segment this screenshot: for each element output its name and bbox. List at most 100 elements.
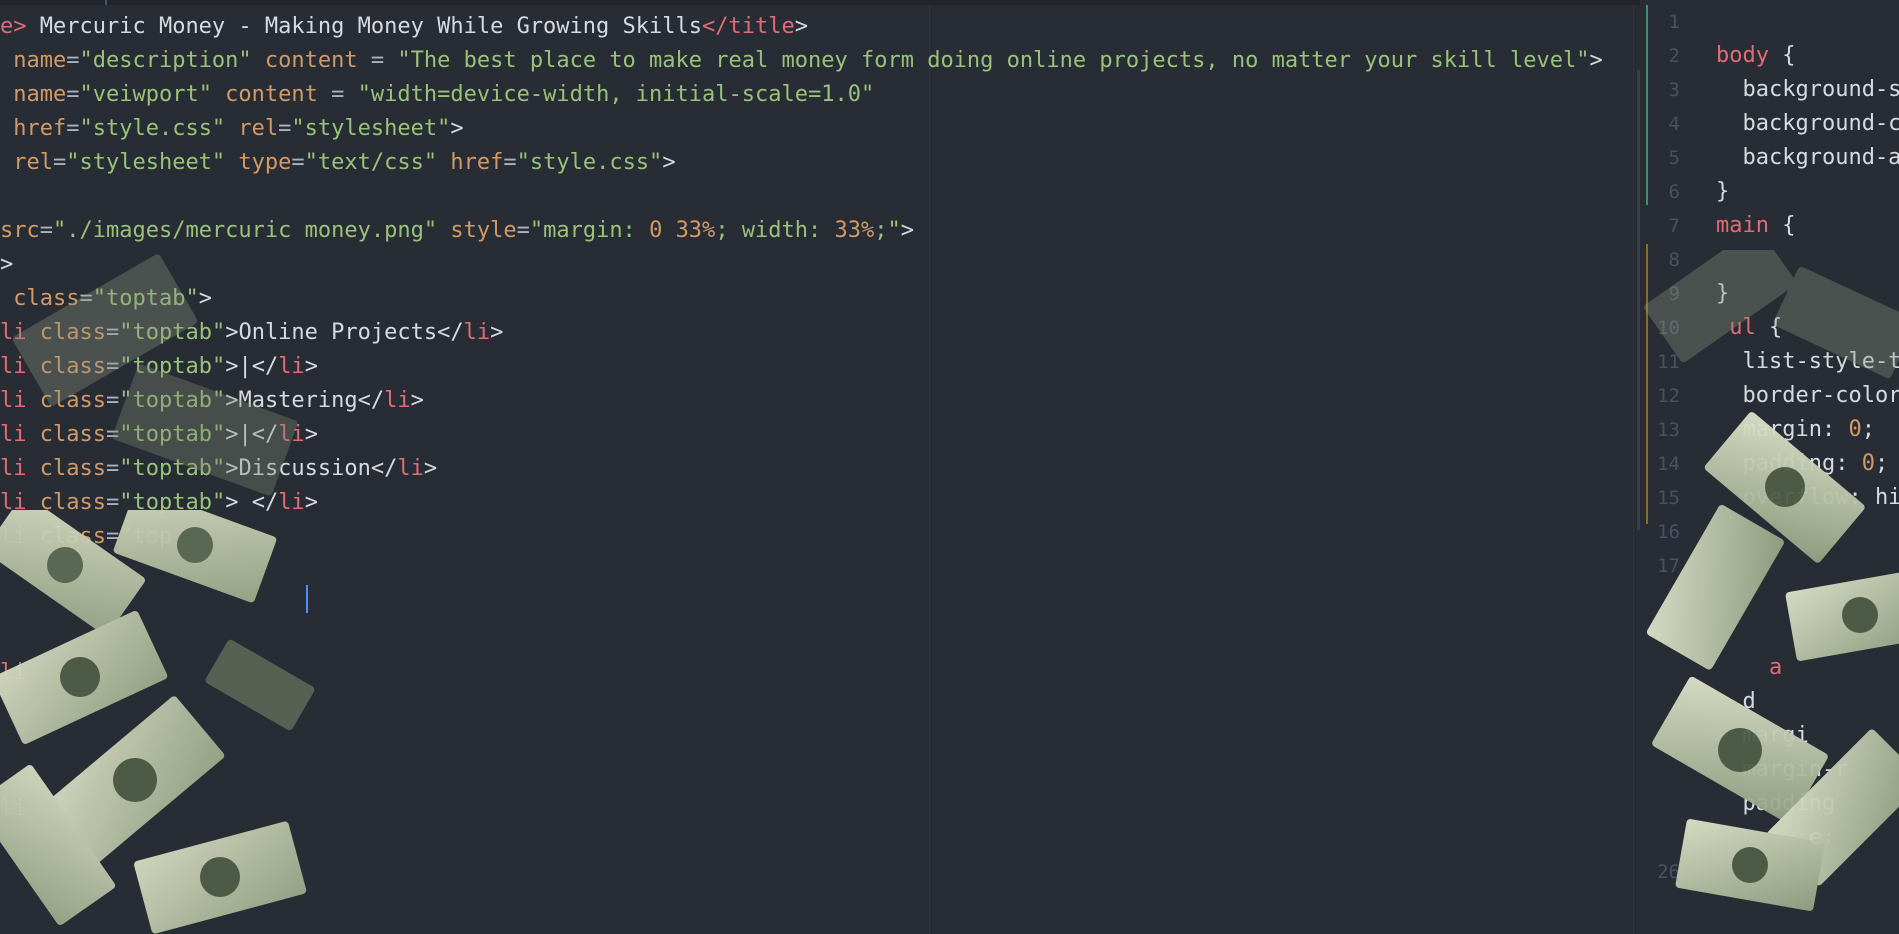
css-code-line[interactable]: margi [1640,719,1808,753]
code-line[interactable]: li class="toptab">Discussion</li> [0,452,1603,486]
code-token: 0 [1861,451,1875,476]
code-line[interactable] [0,554,1603,588]
code-token: "toptab" [119,422,226,447]
code-line[interactable]: li class="toptab">Mastering</li> [0,384,1603,418]
code-token: main [1716,213,1769,238]
css-code-line[interactable]: 3 background-si [1640,73,1899,107]
code-line[interactable]: name="veiwport" content = "width=device-… [0,78,1603,112]
code-token: li [278,422,305,447]
code-token: = [66,82,80,107]
css-code-line[interactable] [1640,583,1680,617]
code-line[interactable]: rel="stylesheet" type="text/css" href="s… [0,146,1603,180]
css-code-line[interactable]: 1 [1640,5,1680,39]
code-token: = [357,48,398,73]
code-line[interactable] [0,724,1603,758]
css-code-line[interactable]: 7 main { [1640,209,1796,243]
code-token: = [503,150,517,175]
code-line[interactable]: li class="toptab"> </li> [0,486,1603,520]
css-code-line[interactable]: 26 [1640,855,1680,889]
css-code-line[interactable]: 16 [1640,515,1680,549]
code-token: </title [702,14,795,39]
code-line[interactable]: li class="top [0,520,1603,554]
code-line[interactable]: li class="toptab">Online Projects</li> [0,316,1603,350]
css-code-line[interactable]: 10 ul { [1640,311,1782,345]
css-editor-pane[interactable]: 1 2 body {3 background-si 4 background-co 5 … [1640,0,1899,934]
css-code-lines[interactable]: 1 2 body {3 background-si 4 background-co 5 … [1640,5,1899,889]
css-code-line[interactable]: 11 list-style-ty [1640,345,1899,379]
code-token: 33% [675,218,716,243]
code-token: "margin: [529,218,650,243]
code-token: "toptab" [119,456,226,481]
html-code-lines[interactable]: e> Mercuric Money - Making Money While G… [0,10,1603,928]
css-code-line[interactable]: a [1640,651,1782,685]
code-token: = [105,490,120,515]
code-token: = [105,388,120,413]
code-token: = [516,218,530,243]
code-token: li [0,456,27,481]
css-code-line[interactable]: 8 [1640,243,1680,277]
code-line[interactable]: li [0,792,1603,826]
code-line[interactable] [0,588,1603,622]
code-token: li [278,354,305,379]
code-line[interactable]: li [0,656,1603,690]
code-token: class [26,456,106,481]
code-line[interactable]: > [0,248,1603,282]
code-token: >Discussion</ [225,456,398,481]
code-line[interactable] [0,690,1603,724]
code-token: > [1589,48,1603,73]
css-code: padding [1716,787,1835,821]
css-code-line[interactable]: e: [1640,821,1836,855]
code-line[interactable] [0,180,1603,214]
code-token: "toptab" [119,388,226,413]
code-line[interactable] [0,860,1603,894]
code-line[interactable]: li class="toptab">|</li> [0,350,1603,384]
css-code-line[interactable]: 13 margin: 0; [1640,413,1875,447]
code-line[interactable]: e> Mercuric Money - Making Money While G… [0,10,1603,44]
code-token: li [278,490,305,515]
code-line[interactable]: li class="toptab">|</li> [0,418,1603,452]
code-line[interactable] [0,622,1603,656]
css-code-line[interactable]: padding [1640,787,1835,821]
code-token: li [0,354,27,379]
code-token: = [52,150,67,175]
code-token: { [1768,43,1796,68]
css-code-line[interactable] [1640,617,1680,651]
code-line[interactable] [0,826,1603,860]
code-token: "toptab" [119,354,226,379]
css-code-line[interactable]: 15 overflow: hi [1640,481,1899,515]
line-number: 3 [1668,79,1680,101]
code-token: = [105,456,120,481]
css-code: margin-r [1716,753,1848,787]
code-token: src [0,218,40,243]
css-code-line[interactable]: 12 border-color [1640,379,1899,413]
css-code-line[interactable]: 9} [1640,277,1730,311]
css-code-line[interactable]: 6} [1640,175,1730,209]
css-code-line[interactable]: 14 padding: 0; [1640,447,1888,481]
css-code-line[interactable]: d [1640,685,1755,719]
line-number: 15 [1657,487,1680,509]
code-token: class [0,286,80,311]
css-code: overflow: hi [1716,481,1899,515]
code-token: li [0,490,27,515]
css-code-line[interactable]: 2 body { [1640,39,1796,73]
code-token: } [1716,281,1730,306]
css-code-line[interactable]: 5 background-at [1640,141,1899,175]
css-code-line[interactable]: 17 [1640,549,1680,583]
css-code-line[interactable]: 4 background-co [1640,107,1899,141]
code-token: "style.css" [79,116,226,141]
code-token: > [662,150,676,175]
code-line[interactable]: class="toptab"> [0,282,1603,316]
code-line[interactable]: href="style.css" rel="stylesheet"> [0,112,1603,146]
css-code: body { [1716,39,1795,73]
code-token: > [794,14,808,39]
code-line[interactable]: name="description" content = "The best p… [0,44,1603,78]
code-line[interactable]: src="./images/mercuric money.png" style=… [0,214,1603,248]
line-number: 4 [1668,113,1680,135]
code-line[interactable] [0,894,1603,928]
line-number: 14 [1657,453,1680,475]
css-code-line[interactable]: margin-r [1640,753,1848,787]
code-token: type [225,150,292,175]
code-line[interactable] [0,758,1603,792]
line-number: 11 [1657,351,1680,373]
html-editor-pane[interactable]: e> Mercuric Money - Making Money While G… [0,0,1640,934]
